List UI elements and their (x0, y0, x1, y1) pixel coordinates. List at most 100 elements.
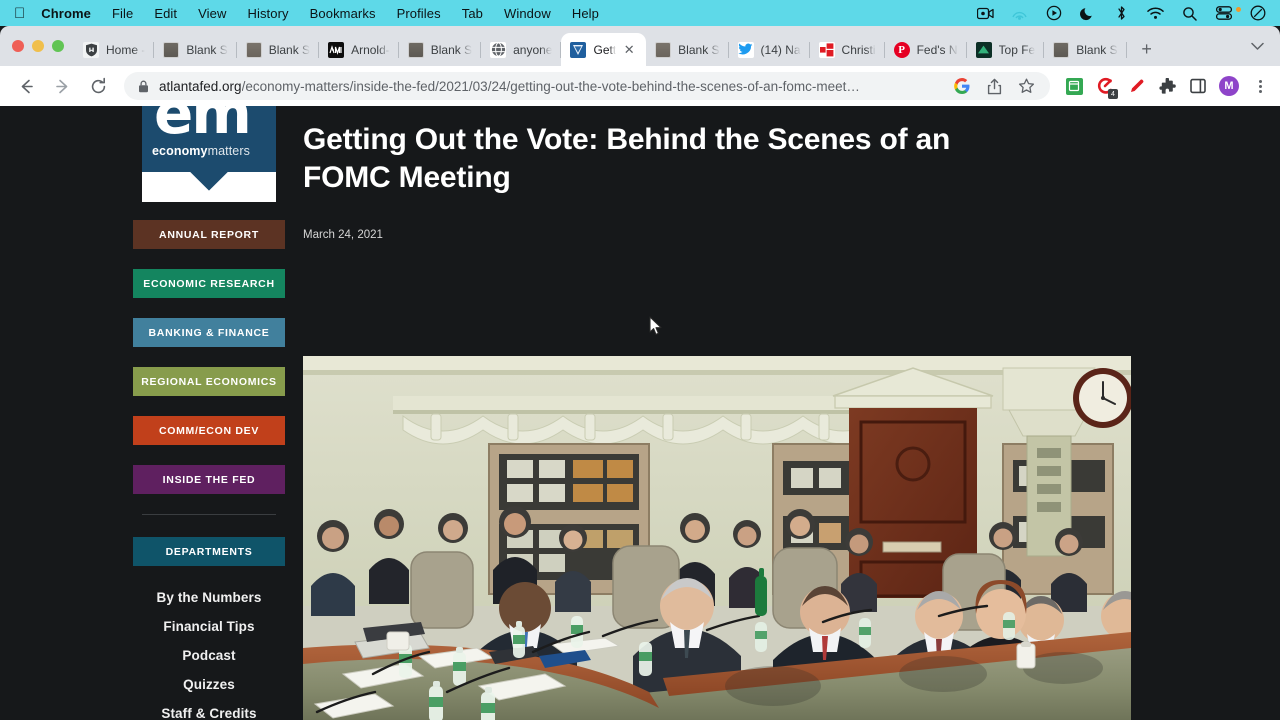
economy-matters-logo[interactable]: em economymatters (142, 106, 276, 202)
tab-label: (14) Na (760, 42, 801, 57)
maximize-window-button[interactable] (52, 40, 64, 52)
side-panel-icon[interactable] (1188, 76, 1208, 96)
menu-item-view[interactable]: View (198, 6, 226, 21)
reload-icon[interactable] (84, 72, 112, 100)
sidebar-item-label: INSIDE THE FED (162, 473, 256, 486)
tab-feds-n[interactable]: P Fed's N (885, 33, 967, 66)
focus-slash-icon[interactable] (1249, 5, 1266, 22)
menu-item-bookmarks[interactable]: Bookmarks (310, 6, 376, 21)
google-g-icon[interactable] (952, 76, 972, 96)
tab-anyone[interactable]: anyone (481, 33, 562, 66)
tab-blank-5[interactable]: Blank S (1044, 33, 1127, 66)
article-date: March 24, 2021 (303, 228, 383, 241)
sidebar-link-quizzes[interactable]: Quizzes (133, 677, 285, 692)
menu-item-help[interactable]: Help (572, 6, 599, 21)
tab-blank-4[interactable]: Blank S (646, 33, 729, 66)
share-icon[interactable] (984, 76, 1004, 96)
tab-home[interactable]: Home - (74, 33, 155, 66)
sidebar-item-economic-research[interactable]: ECONOMIC RESEARCH (133, 269, 285, 298)
blank-gray-icon (1053, 41, 1070, 58)
red-pen-icon[interactable] (1126, 76, 1146, 96)
tab-active-getting-out-the-vote[interactable]: Gett ✕ (561, 33, 647, 66)
tab-label: Home - (106, 42, 146, 57)
tab-arnold[interactable]: Arnold- (319, 33, 399, 66)
tab-twitter-notifications[interactable]: (14) Na (729, 33, 810, 66)
hero-image-fomc-meeting (303, 356, 1131, 720)
sidebar-divider (142, 514, 276, 515)
menu-item-profiles[interactable]: Profiles (397, 6, 441, 21)
tab-strip: Home - Blank S Blank S Arnold- Blank S a… (0, 26, 1280, 66)
sidebar-item-label: REGIONAL ECONOMICS (141, 375, 277, 388)
tab-label: Gett (593, 42, 617, 57)
new-tab-button[interactable]: + (1133, 35, 1161, 63)
extensions-puzzle-icon[interactable] (1157, 76, 1177, 96)
close-icon[interactable]: ✕ (621, 42, 637, 58)
sidebar-item-inside-the-fed[interactable]: INSIDE THE FED (133, 465, 285, 494)
tab-label: Fed's N (916, 42, 958, 57)
globe-icon (490, 41, 507, 58)
menu-item-window[interactable]: Window (504, 6, 551, 21)
page-title: Getting Out the Vote: Behind the Scenes … (303, 123, 951, 195)
menu-item-history[interactable]: History (247, 6, 288, 21)
twitter-bird-icon (737, 41, 754, 58)
profile-avatar[interactable]: M (1219, 76, 1239, 96)
sidebar-item-label: COMM/ECON DEV (158, 424, 260, 437)
bookmark-star-icon[interactable] (1016, 76, 1036, 96)
tab-label: Blank S (268, 42, 311, 57)
control-center-icon[interactable] (1215, 5, 1241, 22)
bluetooth-icon[interactable] (1113, 5, 1130, 22)
forward-arrow-icon[interactable] (48, 72, 76, 100)
sidebar-item-departments[interactable]: DEPARTMENTS (133, 537, 285, 566)
tab-list: Home - Blank S Blank S Arnold- Blank S a… (74, 26, 1127, 66)
logo-word-matters: matters (207, 144, 250, 158)
close-window-button[interactable] (12, 40, 24, 52)
sidebar-item-regional-economics[interactable]: REGIONAL ECONOMICS (133, 367, 285, 396)
tab-blank-2[interactable]: Blank S (237, 33, 320, 66)
site-sidebar: em economymatters ANNUAL REPORT ECONOMIC… (133, 106, 285, 720)
menu-item-chrome[interactable]: Chrome (41, 6, 91, 21)
screen-mirroring-icon[interactable] (1011, 5, 1028, 22)
green-triangle-icon (975, 41, 992, 58)
chevron-down-icon[interactable] (1244, 33, 1270, 59)
tab-blank-3[interactable]: Blank S (399, 33, 482, 66)
blank-gray-icon (245, 41, 262, 58)
article-main-column: Getting Out the Vote: Behind the Scenes … (303, 106, 1133, 241)
sidebar-link-by-the-numbers[interactable]: By the Numbers (133, 590, 285, 605)
status-dot-indicator (1236, 6, 1241, 12)
sidebar-item-comm-econ-dev[interactable]: COMM/ECON DEV (133, 416, 285, 445)
record-play-icon[interactable] (1045, 5, 1062, 22)
tab-label: anyone (513, 42, 553, 57)
tab-label: Blank S (186, 42, 228, 57)
sidebar-item-annual-report[interactable]: ANNUAL REPORT (133, 220, 285, 249)
wifi-icon[interactable] (1147, 5, 1164, 22)
tab-blank-1[interactable]: Blank S (154, 33, 237, 66)
video-camera-icon[interactable] (977, 5, 994, 22)
green-extension-icon[interactable] (1064, 76, 1084, 96)
chrome-browser-window: Home - Blank S Blank S Arnold- Blank S a… (0, 26, 1280, 720)
menu-item-edit[interactable]: Edit (154, 6, 177, 21)
moon-do-not-disturb-icon[interactable] (1079, 5, 1096, 22)
menu-item-file[interactable]: File (112, 6, 133, 21)
minimize-window-button[interactable] (32, 40, 44, 52)
apple-logo-icon[interactable]:  (14, 6, 25, 21)
search-spotlight-icon[interactable] (1181, 5, 1198, 22)
macos-menu-bar:  Chrome File Edit View History Bookmark… (0, 0, 1280, 26)
browser-toolbar: atlantafed.org /economy-matters/inside-t… (0, 66, 1280, 106)
tab-top-fe[interactable]: Top Fe (967, 33, 1045, 66)
sidebar-link-financial-tips[interactable]: Financial Tips (133, 619, 285, 634)
address-bar[interactable]: atlantafed.org /economy-matters/inside-t… (124, 72, 1050, 100)
toolbar-extension-icons: 4 M (1058, 76, 1270, 99)
back-arrow-icon[interactable] (12, 72, 40, 100)
page-viewport: em economymatters ANNUAL REPORT ECONOMIC… (0, 106, 1280, 720)
logo-word-economy: economy (152, 144, 208, 158)
sidebar-link-staff-credits[interactable]: Staff & Credits (133, 706, 285, 720)
three-dot-menu-icon[interactable] (1250, 76, 1270, 96)
sidebar-item-banking-finance[interactable]: BANKING & FINANCE (133, 318, 285, 347)
sidebar-link-podcast[interactable]: Podcast (133, 648, 285, 663)
extension-badge-count: 4 (1108, 89, 1118, 99)
blank-gray-icon (163, 41, 180, 58)
menu-item-tab[interactable]: Tab (462, 6, 483, 21)
tab-christi[interactable]: Christi (810, 33, 885, 66)
red-c-extension-icon[interactable]: 4 (1095, 76, 1118, 99)
logo-monogram: em (154, 106, 252, 147)
